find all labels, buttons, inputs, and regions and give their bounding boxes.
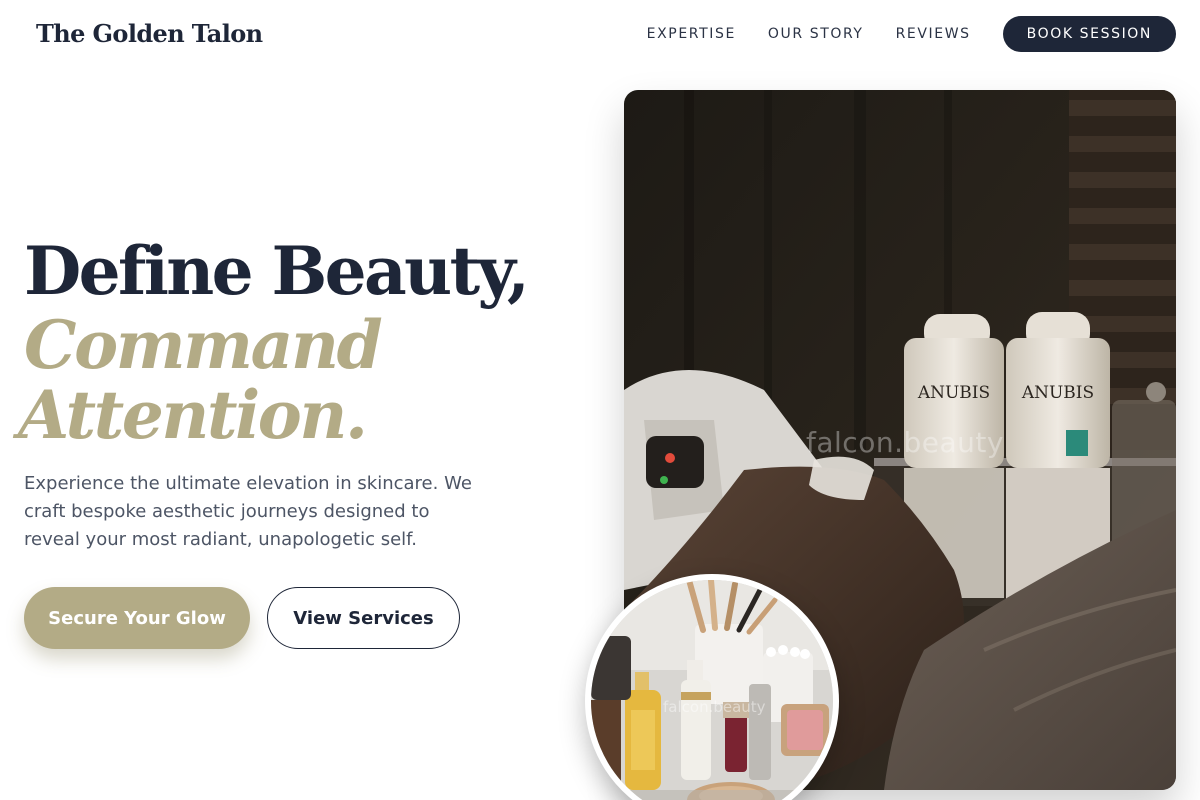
bottle-label-1: ANUBIS (917, 383, 990, 403)
top-navigation: The Golden Talon EXPERTISE OUR STORY REV… (0, 0, 1200, 68)
headline-line-1: Define Beauty, (24, 232, 530, 310)
hero-description: Experience the ultimate elevation in ski… (24, 473, 472, 550)
brand-logo[interactable]: The Golden Talon (36, 19, 263, 48)
book-session-button[interactable]: BOOK SESSION (1002, 16, 1176, 52)
nav-link-expertise[interactable]: EXPERTISE (647, 26, 736, 42)
bottle-label-2: ANUBIS (1021, 383, 1094, 403)
circle-image-watermark: falcon.beauty (663, 698, 766, 716)
secure-your-glow-button[interactable]: Secure Your Glow (24, 587, 250, 649)
nav-link-our-story[interactable]: OUR STORY (768, 26, 864, 42)
headline-line-3: Attention. (18, 376, 368, 454)
nav-links: EXPERTISE OUR STORY REVIEWS BOOK SESSION (647, 16, 1176, 52)
view-services-button[interactable]: View Services (267, 587, 460, 649)
headline-line-2: Command (24, 306, 383, 384)
image-watermark: falcon.beauty (806, 426, 1004, 459)
nav-link-reviews[interactable]: REVIEWS (896, 26, 971, 42)
hero-headline: Define Beauty, Command Attention. (18, 232, 530, 450)
